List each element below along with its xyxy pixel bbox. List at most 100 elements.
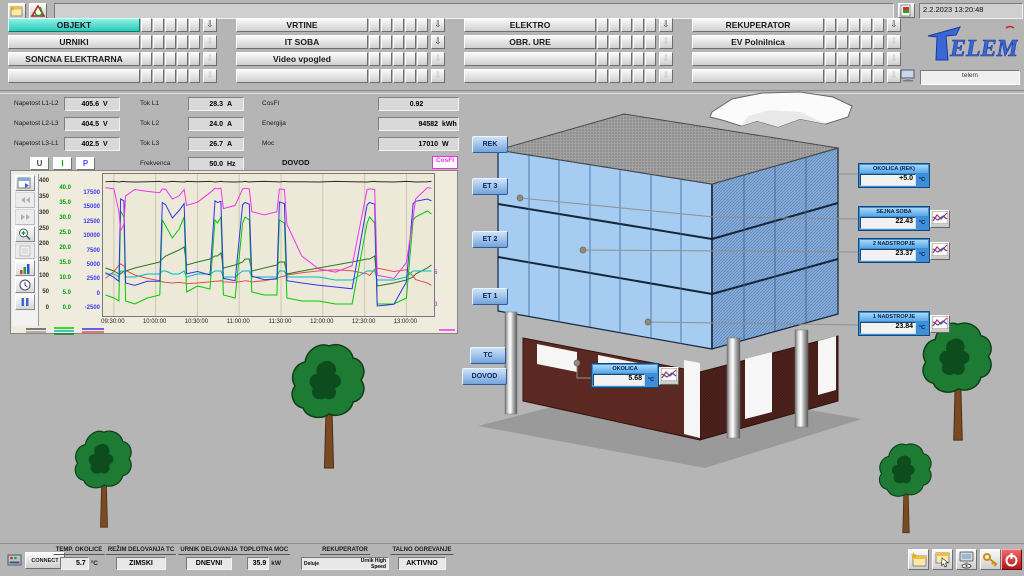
meter-value-field: 0.92 (378, 97, 459, 111)
menu-slot-button[interactable] (393, 52, 404, 66)
menu-dropdown-arrow-icon[interactable]: ⇩ (887, 18, 901, 32)
alarm-line-field[interactable] (54, 3, 894, 19)
menu-slot-button[interactable] (405, 52, 416, 66)
menu-slot-button[interactable] (825, 35, 836, 49)
svg-text:★: ★ (9, 5, 15, 13)
menu-slot-button[interactable] (609, 35, 620, 49)
menu-button-obr-ure[interactable]: OBR. URE (464, 35, 596, 49)
menu-slot-button[interactable] (153, 52, 164, 66)
menu-slot-button[interactable] (165, 35, 176, 49)
menu-slot-button[interactable] (417, 18, 428, 32)
menu-slot-button[interactable] (393, 35, 404, 49)
menu-slot-button[interactable] (141, 18, 152, 32)
menu-slot-button[interactable] (417, 35, 428, 49)
menu-slot-button[interactable] (861, 18, 872, 32)
menu-slot-button (405, 69, 416, 83)
menu-button-video-vpogled[interactable]: Video vpogled (236, 52, 368, 66)
menu-slot-button[interactable] (633, 18, 644, 32)
menu-slot-button[interactable] (381, 18, 392, 32)
menu-slot-button[interactable] (645, 18, 656, 32)
menu-row: ELEKTRO ⇩ (464, 18, 673, 32)
nav-button-et-2[interactable]: ET 2 (472, 231, 508, 248)
new-window-icon[interactable]: ★ (908, 549, 929, 570)
menu-slot-button[interactable] (633, 35, 644, 49)
nav-button-et-3[interactable]: ET 3 (472, 178, 508, 195)
menu-slot-button[interactable] (393, 18, 404, 32)
plot-area[interactable] (102, 173, 435, 317)
menu-slot-button[interactable] (189, 18, 200, 32)
trend-chart-button[interactable] (659, 367, 679, 385)
menu-button-ev-polnilnica[interactable]: EV Polnilnica (692, 35, 824, 49)
menu-slot-button[interactable] (369, 18, 380, 32)
menu-slot-button[interactable] (861, 35, 872, 49)
series-cosfi (106, 188, 432, 279)
menu-slot-button[interactable] (177, 52, 188, 66)
menu-slot-button (849, 52, 860, 66)
menu-slot-button[interactable] (405, 35, 416, 49)
new-page-icon[interactable]: ★ (8, 3, 26, 19)
menu-slot-button[interactable] (189, 35, 200, 49)
menu-button-soncna-elektrarna[interactable]: SONCNA ELEKTRARNA (8, 52, 140, 66)
menu-dropdown-arrow-icon: ⇩ (203, 35, 217, 49)
screen-view-icon[interactable] (956, 549, 977, 570)
menu-slot-button[interactable] (849, 18, 860, 32)
plc-connection-icon (7, 553, 23, 569)
power-icon[interactable] (1001, 549, 1022, 570)
menu-slot-button[interactable] (873, 35, 884, 49)
axis-button-i[interactable]: I (53, 157, 72, 170)
menu-slot-button[interactable] (621, 35, 632, 49)
trend-chart-button[interactable] (930, 315, 950, 333)
menu-slot-button[interactable] (609, 18, 620, 32)
select-window-icon[interactable] (932, 549, 953, 570)
base-window (818, 336, 836, 395)
meter-napetost-l1-l2: Napetost L1-L2405.6V (14, 97, 118, 111)
meter-unit: Hz (223, 161, 243, 168)
page-flag-icon[interactable] (898, 3, 915, 18)
key-icon[interactable] (980, 549, 1001, 570)
nav-button-dovod[interactable]: DOVOD (462, 368, 507, 385)
menu-slot-button[interactable] (873, 18, 884, 32)
nav-button-et-1[interactable]: ET 1 (472, 288, 508, 305)
menu-slot-button[interactable] (369, 35, 380, 49)
tree (292, 345, 364, 468)
menu-slot-button[interactable] (597, 35, 608, 49)
menu-button-elektro[interactable]: ELEKTRO (464, 18, 596, 32)
menu-button-vrtine[interactable]: VRTINE (236, 18, 368, 32)
menu-dropdown-arrow-icon[interactable]: ⇩ (431, 18, 445, 32)
menu-slot-button[interactable] (165, 52, 176, 66)
menu-slot-button[interactable] (405, 18, 416, 32)
menu-button-rekuperator[interactable]: REKUPERATOR (692, 18, 824, 32)
menu-slot-button[interactable] (369, 52, 380, 66)
nav-button-rek[interactable]: REK (472, 136, 508, 153)
menu-slot-button[interactable] (825, 18, 836, 32)
menu-slot-button[interactable] (837, 18, 848, 32)
menu-slot-button[interactable] (141, 35, 152, 49)
nav-button-tc[interactable]: TC (470, 347, 506, 364)
menu-button-it-soba[interactable]: IT SOBA (236, 35, 368, 49)
menu-slot-button[interactable] (597, 18, 608, 32)
menu-slot-button[interactable] (645, 35, 656, 49)
menu-slot-button[interactable] (621, 18, 632, 32)
menu-button-urniki[interactable]: URNIKI (8, 35, 140, 49)
menu-slot-button[interactable] (165, 18, 176, 32)
menu-slot-button[interactable] (177, 18, 188, 32)
menu-slot-button[interactable] (837, 35, 848, 49)
trend-chart-button[interactable] (930, 210, 950, 228)
menu-dropdown-arrow-icon[interactable]: ⇩ (203, 18, 217, 32)
menu-dropdown-arrow-icon[interactable]: ⇩ (431, 35, 445, 49)
menu-slot-button[interactable] (381, 35, 392, 49)
menu-slot-button[interactable] (381, 52, 392, 66)
alarm-ack-icon[interactable] (29, 3, 47, 19)
menu-slot-button[interactable] (141, 52, 152, 66)
menu-slot-button[interactable] (153, 35, 164, 49)
menu-slot-button[interactable] (189, 52, 200, 66)
menu-slot-button[interactable] (153, 18, 164, 32)
axis-button-u[interactable]: U (30, 157, 49, 170)
menu-dropdown-arrow-icon[interactable]: ⇩ (659, 18, 673, 32)
axis-button-p[interactable]: P (76, 157, 95, 170)
menu-slot-button[interactable] (177, 35, 188, 49)
trend-chart-button[interactable] (930, 242, 950, 260)
menu-slot-button[interactable] (417, 52, 428, 66)
menu-slot-button[interactable] (849, 35, 860, 49)
menu-button-objekt[interactable]: OBJEKT (8, 18, 140, 32)
